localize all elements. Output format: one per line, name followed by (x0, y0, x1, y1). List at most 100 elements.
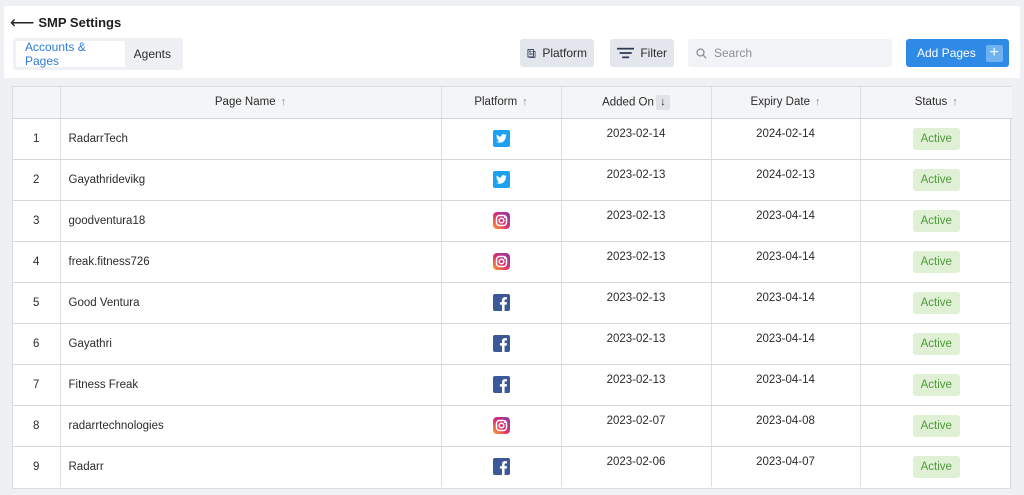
filter-button[interactable]: Filter (610, 39, 674, 67)
status-badge: Active (912, 332, 960, 355)
column-header-page-name[interactable]: Page Name ↑ (60, 87, 442, 119)
page-name-cell: radarrtechnologies (60, 405, 442, 447)
row-index: 1 (13, 118, 61, 160)
table-row[interactable]: 7 Fitness Freak 2023-02-13 2023-04-14 Ac… (13, 364, 1012, 406)
platform-cell (441, 241, 562, 283)
column-header-index (13, 87, 61, 119)
add-pages-button[interactable]: Add Pages + (906, 39, 1009, 67)
instagram-icon (492, 417, 510, 434)
table-row[interactable]: 6 Gayathri 2023-02-13 2023-04-14 Active (13, 323, 1012, 365)
added-on-cell: 2023-02-06 (561, 446, 712, 487)
platform-header-label: Platform (474, 96, 518, 109)
row-index: 2 (13, 159, 61, 201)
status-badge: Active (912, 291, 960, 314)
search-box[interactable] (688, 39, 892, 67)
table-row[interactable]: 1 RadarrTech 2023-02-14 2024-02-14 Activ… (13, 118, 1012, 160)
platform-cell (441, 118, 562, 160)
column-header-platform[interactable]: Platform ↑ (441, 87, 562, 119)
table-row[interactable]: 8 radarrtechnologies 2023-02-07 2023-04-… (13, 405, 1012, 447)
instagram-icon (492, 212, 510, 229)
sort-desc-active-icon[interactable]: ↓ (655, 94, 670, 110)
status-badge: Active (912, 168, 960, 191)
platform-cell (441, 159, 562, 201)
sort-arrow-icon[interactable]: ↑ (815, 96, 821, 108)
platform-button-label: Platform (542, 46, 587, 60)
platform-cell (441, 282, 562, 324)
expiry-date-cell: 2023-04-14 (711, 241, 861, 283)
table-row[interactable]: 3 goodventura18 2023-02-13 2023-04-14 Ac… (13, 200, 1012, 242)
status-cell: Active (860, 118, 1012, 160)
platform-cell (441, 323, 562, 365)
platform-cell (441, 446, 562, 487)
expiry-header-label: Expiry Date (750, 96, 810, 109)
tab-group: Accounts & Pages Agents (13, 38, 183, 70)
tab-accounts-pages[interactable]: Accounts & Pages (16, 40, 125, 68)
back-button[interactable]: ⟵ SMP Settings (10, 14, 122, 31)
row-index: 3 (13, 200, 61, 242)
tab-agents[interactable]: Agents (125, 41, 180, 67)
filter-icon (617, 47, 635, 59)
table-row[interactable]: 4 freak.fitness726 2023-02-13 2023-04-14… (13, 241, 1012, 283)
page-name-cell: Fitness Freak (60, 364, 442, 406)
row-index: 7 (13, 364, 61, 406)
expiry-date-cell: 2023-04-14 (711, 323, 861, 365)
expiry-date-cell: 2023-04-08 (711, 405, 861, 447)
column-header-added-on[interactable]: Added On ↓ (561, 87, 712, 119)
platform-cell (441, 200, 562, 242)
status-badge: Active (912, 127, 960, 150)
page-name-cell: Gayathridevikg (60, 159, 442, 201)
added-on-cell: 2023-02-13 (561, 364, 712, 406)
status-cell: Active (860, 364, 1012, 406)
sort-arrow-icon[interactable]: ↑ (952, 96, 958, 108)
page-name-cell: Good Ventura (60, 282, 442, 324)
page-name-cell: Gayathri (60, 323, 442, 365)
page-title: SMP Settings (38, 15, 122, 30)
row-index: 9 (13, 446, 61, 487)
status-cell: Active (860, 323, 1012, 365)
row-index: 4 (13, 241, 61, 283)
facebook-icon (492, 376, 510, 393)
twitter-icon (492, 171, 510, 188)
expiry-date-cell: 2023-04-14 (711, 282, 861, 324)
added-on-cell: 2023-02-13 (561, 159, 712, 201)
added-on-header-label: Added On (602, 96, 654, 109)
added-on-cell: 2023-02-13 (561, 241, 712, 283)
table-row[interactable]: 5 Good Ventura 2023-02-13 2023-04-14 Act… (13, 282, 1012, 324)
filter-button-label: Filter (640, 46, 667, 60)
status-cell: Active (860, 405, 1012, 447)
table-row[interactable]: 9 Radarr 2023-02-06 2023-04-07 Active (13, 446, 1012, 487)
added-on-cell: 2023-02-13 (561, 323, 712, 365)
platform-cell (441, 364, 562, 406)
status-cell: Active (860, 446, 1012, 487)
status-badge: Active (912, 414, 960, 437)
facebook-icon (492, 335, 510, 352)
expiry-date-cell: 2023-04-14 (711, 364, 861, 406)
platform-icon (527, 48, 536, 58)
facebook-icon (492, 458, 510, 476)
status-badge: Active (912, 250, 960, 273)
status-badge: Active (912, 455, 960, 478)
added-on-cell: 2023-02-13 (561, 282, 712, 324)
instagram-icon (492, 253, 510, 270)
added-on-cell: 2023-02-07 (561, 405, 712, 447)
top-bar: ⟵ SMP Settings Accounts & Pages Agents P… (4, 6, 1020, 78)
search-input[interactable] (714, 46, 884, 60)
add-pages-label: Add Pages (917, 46, 976, 60)
status-badge: Active (912, 373, 960, 396)
back-arrow-icon[interactable]: ⟵ (10, 14, 34, 31)
column-header-status[interactable]: Status ↑ (860, 87, 1012, 119)
plus-icon: + (985, 44, 1003, 62)
sort-arrow-icon[interactable]: ↑ (281, 96, 287, 108)
expiry-date-cell: 2023-04-07 (711, 446, 861, 487)
expiry-date-cell: 2023-04-14 (711, 200, 861, 242)
column-header-expiry-date[interactable]: Expiry Date ↑ (711, 87, 861, 119)
status-header-label: Status (914, 96, 948, 109)
table-header-row: Page Name ↑ Platform ↑ Added On ↓ Expiry Da… (13, 87, 1012, 119)
table-row[interactable]: 2 Gayathridevikg 2023-02-13 2024-02-13 A… (13, 159, 1012, 201)
added-on-cell: 2023-02-14 (561, 118, 712, 160)
search-icon (696, 47, 707, 59)
sort-arrow-icon[interactable]: ↑ (522, 96, 528, 108)
row-index: 5 (13, 282, 61, 324)
platform-button[interactable]: Platform (520, 39, 594, 67)
facebook-icon (492, 294, 510, 311)
